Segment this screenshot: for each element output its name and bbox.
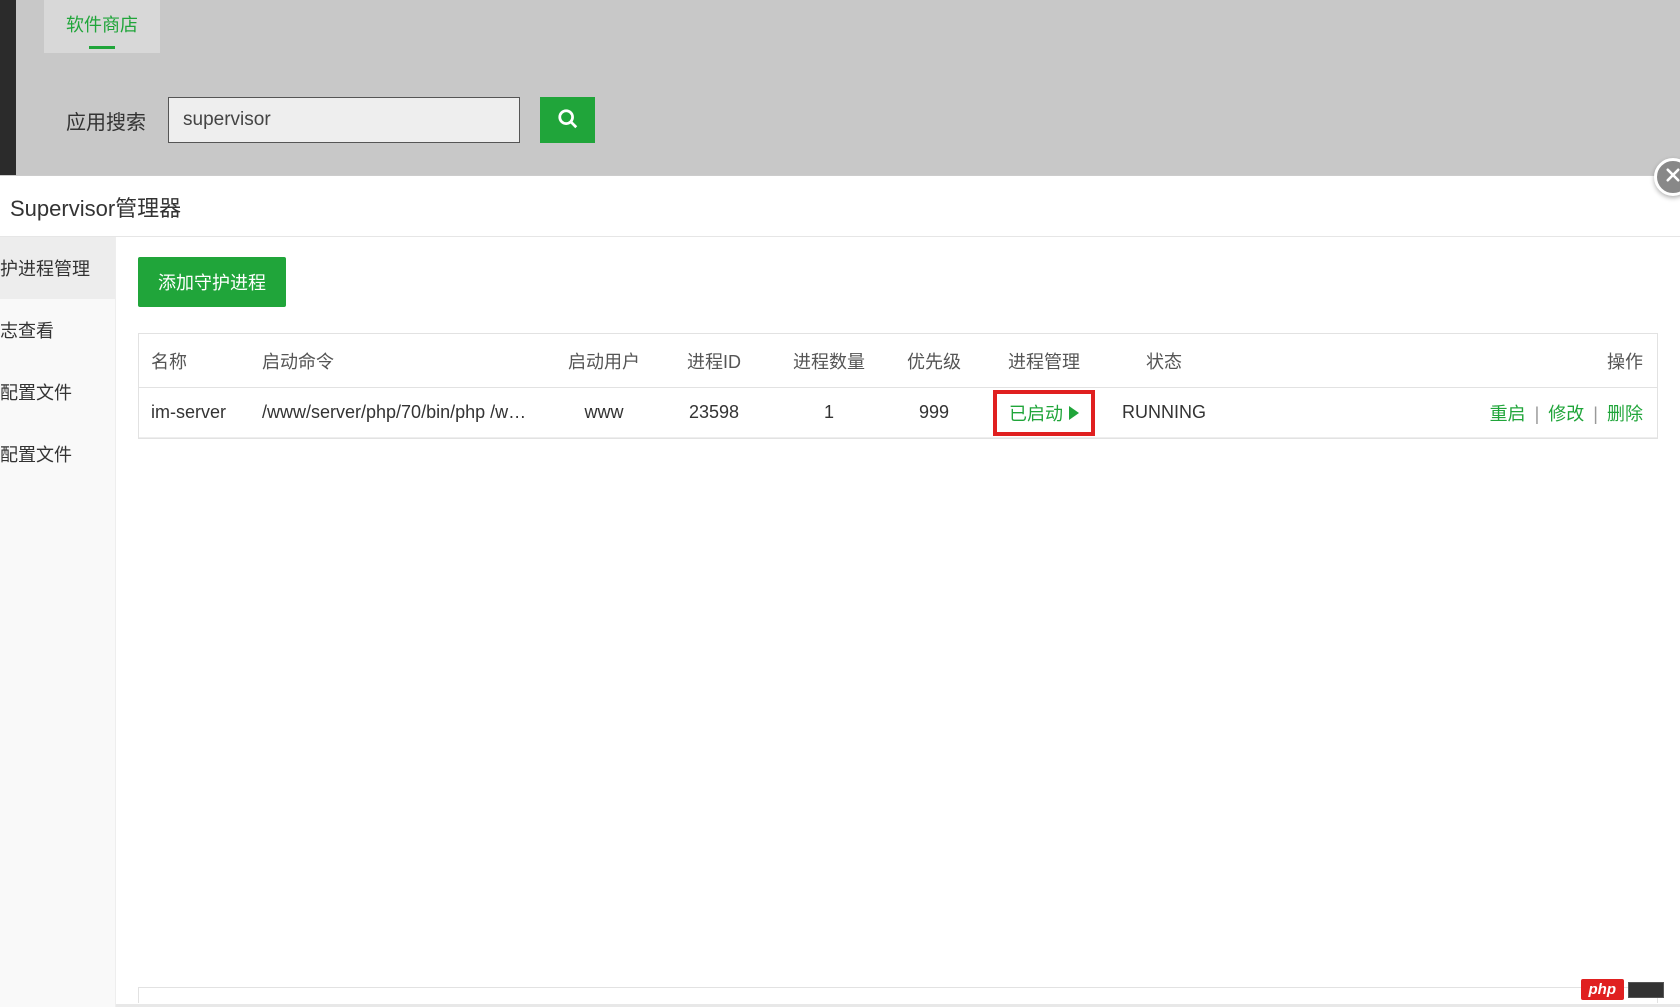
play-icon bbox=[1069, 406, 1079, 420]
started-button[interactable]: 已启动 bbox=[993, 390, 1095, 436]
table-row: im-server /www/server/php/70/bin/php /w…… bbox=[139, 388, 1657, 438]
background-page: 软件商店 应用搜索 bbox=[0, 0, 1680, 175]
global-sidebar bbox=[0, 0, 16, 175]
search-label: 应用搜索 bbox=[66, 106, 146, 135]
cell-ops: 重启 | 修改 | 删除 bbox=[1224, 400, 1657, 426]
table-header: 名称 启动命令 启动用户 进程ID 进程数量 优先级 进程管理 状态 操作 bbox=[139, 334, 1657, 388]
th-mgmt: 进程管理 bbox=[984, 348, 1104, 374]
watermark-label: php bbox=[1581, 979, 1625, 1000]
bottom-panel bbox=[138, 987, 1658, 1003]
nav-item-config-1[interactable]: 配置文件 bbox=[0, 361, 115, 423]
add-process-button[interactable]: 添加守护进程 bbox=[138, 257, 286, 307]
op-sep: | bbox=[1593, 404, 1598, 424]
nav-item-log-view[interactable]: 志查看 bbox=[0, 299, 115, 361]
nav-item-config-2[interactable]: 配置文件 bbox=[0, 423, 115, 485]
cell-user: www bbox=[554, 402, 654, 423]
cell-priority: 999 bbox=[884, 402, 984, 423]
op-restart[interactable]: 重启 bbox=[1490, 404, 1526, 424]
th-name: 名称 bbox=[139, 348, 254, 374]
cell-mgmt: 已启动 bbox=[984, 390, 1104, 436]
process-table: 名称 启动命令 启动用户 进程ID 进程数量 优先级 进程管理 状态 操作 im… bbox=[138, 333, 1658, 439]
watermark: php bbox=[1581, 979, 1665, 1000]
watermark-box bbox=[1628, 982, 1664, 998]
th-status: 状态 bbox=[1104, 348, 1224, 374]
cell-pid: 23598 bbox=[654, 402, 774, 423]
search-input[interactable] bbox=[168, 97, 520, 143]
cell-count: 1 bbox=[774, 402, 884, 423]
search-icon bbox=[557, 108, 579, 133]
op-delete[interactable]: 删除 bbox=[1607, 404, 1643, 424]
supervisor-dialog: Supervisor管理器 护进程管理 志查看 配置文件 配置文件 添加守护进程… bbox=[0, 175, 1680, 1004]
th-ops: 操作 bbox=[1224, 348, 1657, 374]
op-sep: | bbox=[1535, 404, 1540, 424]
th-count: 进程数量 bbox=[774, 348, 884, 374]
th-user: 启动用户 bbox=[554, 348, 654, 374]
started-label: 已启动 bbox=[1009, 400, 1063, 426]
th-priority: 优先级 bbox=[884, 348, 984, 374]
th-pid: 进程ID bbox=[654, 348, 774, 374]
dialog-nav: 护进程管理 志查看 配置文件 配置文件 bbox=[0, 237, 116, 1007]
close-icon bbox=[1664, 166, 1680, 189]
search-button[interactable] bbox=[540, 97, 595, 143]
tab-app-store[interactable]: 软件商店 bbox=[44, 0, 160, 53]
cell-cmd: /www/server/php/70/bin/php /w… bbox=[254, 402, 554, 423]
nav-item-process-manage[interactable]: 护进程管理 bbox=[0, 237, 115, 299]
th-cmd: 启动命令 bbox=[254, 348, 554, 374]
dialog-title: Supervisor管理器 bbox=[0, 176, 1680, 237]
cell-name: im-server bbox=[139, 402, 254, 423]
cell-status: RUNNING bbox=[1104, 402, 1224, 423]
op-edit[interactable]: 修改 bbox=[1548, 404, 1584, 424]
